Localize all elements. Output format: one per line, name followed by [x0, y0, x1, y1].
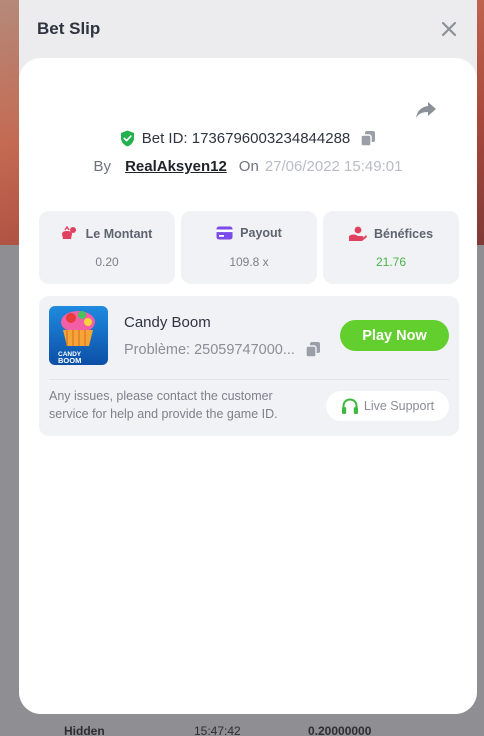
stat-card-payout: Payout 109.8 x	[181, 211, 317, 284]
live-support-button[interactable]: Live Support	[326, 391, 449, 421]
close-button[interactable]	[439, 19, 459, 39]
by-label: By	[93, 158, 112, 175]
play-now-button[interactable]: Play Now	[340, 320, 449, 351]
background-row-user: Hidden	[64, 724, 105, 736]
bet-slip-modal: Bet Slip Bet ID: 1736796003234844288 By …	[19, 0, 477, 714]
game-thumbnail[interactable]: CANDY BOOM	[49, 306, 108, 365]
candy-boom-image: CANDY BOOM	[49, 306, 108, 365]
stat-value: 0.20	[95, 255, 119, 269]
share-icon	[416, 102, 436, 118]
issues-text: Any issues, please contact the customer …	[49, 389, 278, 421]
thumb-text-bottom: BOOM	[58, 356, 81, 365]
stats-row: Le Montant 0.20 Payout 109.8 x Bénéfices…	[39, 211, 459, 284]
background-row-time: 15:47:42	[194, 724, 241, 736]
stat-card-profit: Bénéfices 21.76	[323, 211, 459, 284]
stat-label: Le Montant	[85, 226, 153, 241]
bet-date: 27/06/2022 15:49:01	[264, 158, 403, 175]
bag-icon	[61, 226, 76, 239]
stat-value: 21.76	[375, 255, 407, 269]
background-row-amount: 0.20000000	[308, 724, 372, 736]
card-icon	[216, 226, 233, 240]
bet-meta-row: By RealAksyen12 On 27/06/2022 15:49:01	[19, 158, 477, 175]
on-label: On	[238, 158, 259, 175]
game-problem-row: Problème: 25059747000...	[124, 341, 321, 358]
modal-header: Bet Slip	[19, 0, 477, 58]
stat-card-amount: Le Montant 0.20	[39, 211, 175, 284]
bet-id-text: Bet ID: 1736796003234844288	[141, 130, 351, 147]
share-button[interactable]	[415, 100, 437, 120]
game-name: Candy Boom	[124, 314, 211, 331]
copy-icon[interactable]	[305, 341, 321, 358]
stat-value: 109.8 x	[229, 255, 269, 269]
game-problem-id: Problème: 25059747000...	[124, 341, 295, 358]
shield-check-icon	[120, 130, 134, 147]
bet-id-row: Bet ID: 1736796003234844288	[19, 130, 477, 147]
headset-icon	[341, 397, 358, 414]
bet-slip-sheet: Bet ID: 1736796003234844288 By RealAksye…	[19, 58, 477, 714]
stat-label: Payout	[240, 226, 282, 240]
live-support-label: Live Support	[363, 399, 435, 413]
username-link[interactable]: RealAksyen12	[125, 158, 227, 175]
copy-icon[interactable]	[360, 130, 376, 147]
background-bottom-row: Hidden 15:47:42 0.20000000	[0, 724, 484, 736]
stat-label: Bénéfices	[373, 226, 434, 241]
modal-title: Bet Slip	[37, 19, 101, 38]
close-icon	[441, 21, 457, 37]
hand-coin-icon	[348, 226, 367, 241]
divider	[49, 379, 449, 380]
game-card: CANDY BOOM Candy Boom Problème: 25059747…	[39, 296, 459, 436]
